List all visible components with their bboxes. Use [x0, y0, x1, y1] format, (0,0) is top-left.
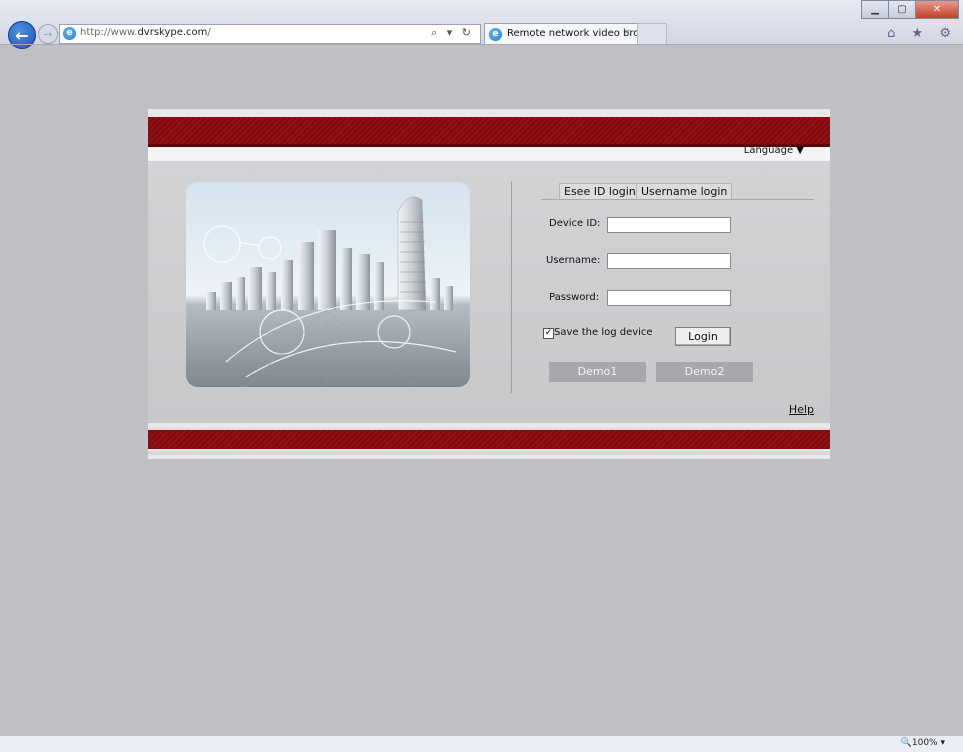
zoom-control[interactable]: 🔍100% ▾: [901, 738, 945, 748]
browser-chrome: ▁ ▢ ✕ ← → e http://www.dvrskype.com/ ⌕ ▾…: [0, 0, 963, 49]
tab-close-icon[interactable]: ×: [623, 27, 631, 38]
save-device-label: Save the log device: [554, 327, 653, 338]
device-id-input[interactable]: [607, 217, 731, 233]
username-label: Username:: [546, 255, 601, 266]
new-tab-button[interactable]: [637, 23, 667, 45]
login-tabs: Esee ID login Username login: [541, 183, 814, 200]
login-content: Esee ID login Username login Device ID: …: [148, 161, 830, 423]
close-window-button[interactable]: ✕: [915, 0, 959, 19]
address-bar[interactable]: e http://www.dvrskype.com/ ⌕ ▾ ↻: [59, 24, 481, 44]
back-arrow-icon: ←: [15, 25, 29, 45]
maximize-button[interactable]: ▢: [888, 0, 916, 19]
chrome-divider: [0, 44, 963, 45]
status-bar: 🔍100% ▾: [0, 735, 963, 752]
login-panel: Language ▼ Esee ID login Username login …: [148, 109, 830, 459]
password-label: Password:: [549, 292, 600, 303]
language-bar: [148, 147, 830, 161]
window-controls: ▁ ▢ ✕: [861, 0, 959, 19]
tab-favicon-icon: e: [489, 28, 502, 41]
browser-tab[interactable]: e Remote network video bro... ×: [484, 23, 649, 45]
footer-band: [148, 428, 830, 449]
header-band: [148, 117, 830, 147]
demo1-button[interactable]: Demo1: [549, 362, 646, 382]
save-device-checkbox[interactable]: ✓: [543, 328, 554, 339]
help-link[interactable]: Help: [789, 403, 814, 416]
ie-logo-icon: e: [63, 27, 76, 40]
search-refresh-icons[interactable]: ⌕ ▾ ↻: [431, 26, 474, 40]
device-id-label: Device ID:: [549, 218, 601, 229]
language-dropdown[interactable]: Language ▼: [744, 145, 804, 156]
login-button[interactable]: Login: [675, 327, 731, 346]
username-input[interactable]: [607, 253, 731, 269]
footer-line: [148, 451, 830, 455]
url-text[interactable]: http://www.dvrskype.com/: [80, 27, 211, 38]
tab-username-login[interactable]: Username login: [636, 183, 733, 199]
tab-esee-id-login[interactable]: Esee ID login: [559, 183, 641, 199]
city-illustration: [186, 182, 470, 387]
demo2-button[interactable]: Demo2: [656, 362, 753, 382]
forward-arrow-icon: →: [43, 27, 53, 41]
vertical-divider: [511, 181, 512, 393]
minimize-button[interactable]: ▁: [861, 0, 889, 19]
forward-button[interactable]: →: [38, 24, 58, 44]
home-favorites-settings-icons[interactable]: ⌂ ★ ⚙: [887, 26, 957, 41]
password-input[interactable]: [607, 290, 731, 306]
